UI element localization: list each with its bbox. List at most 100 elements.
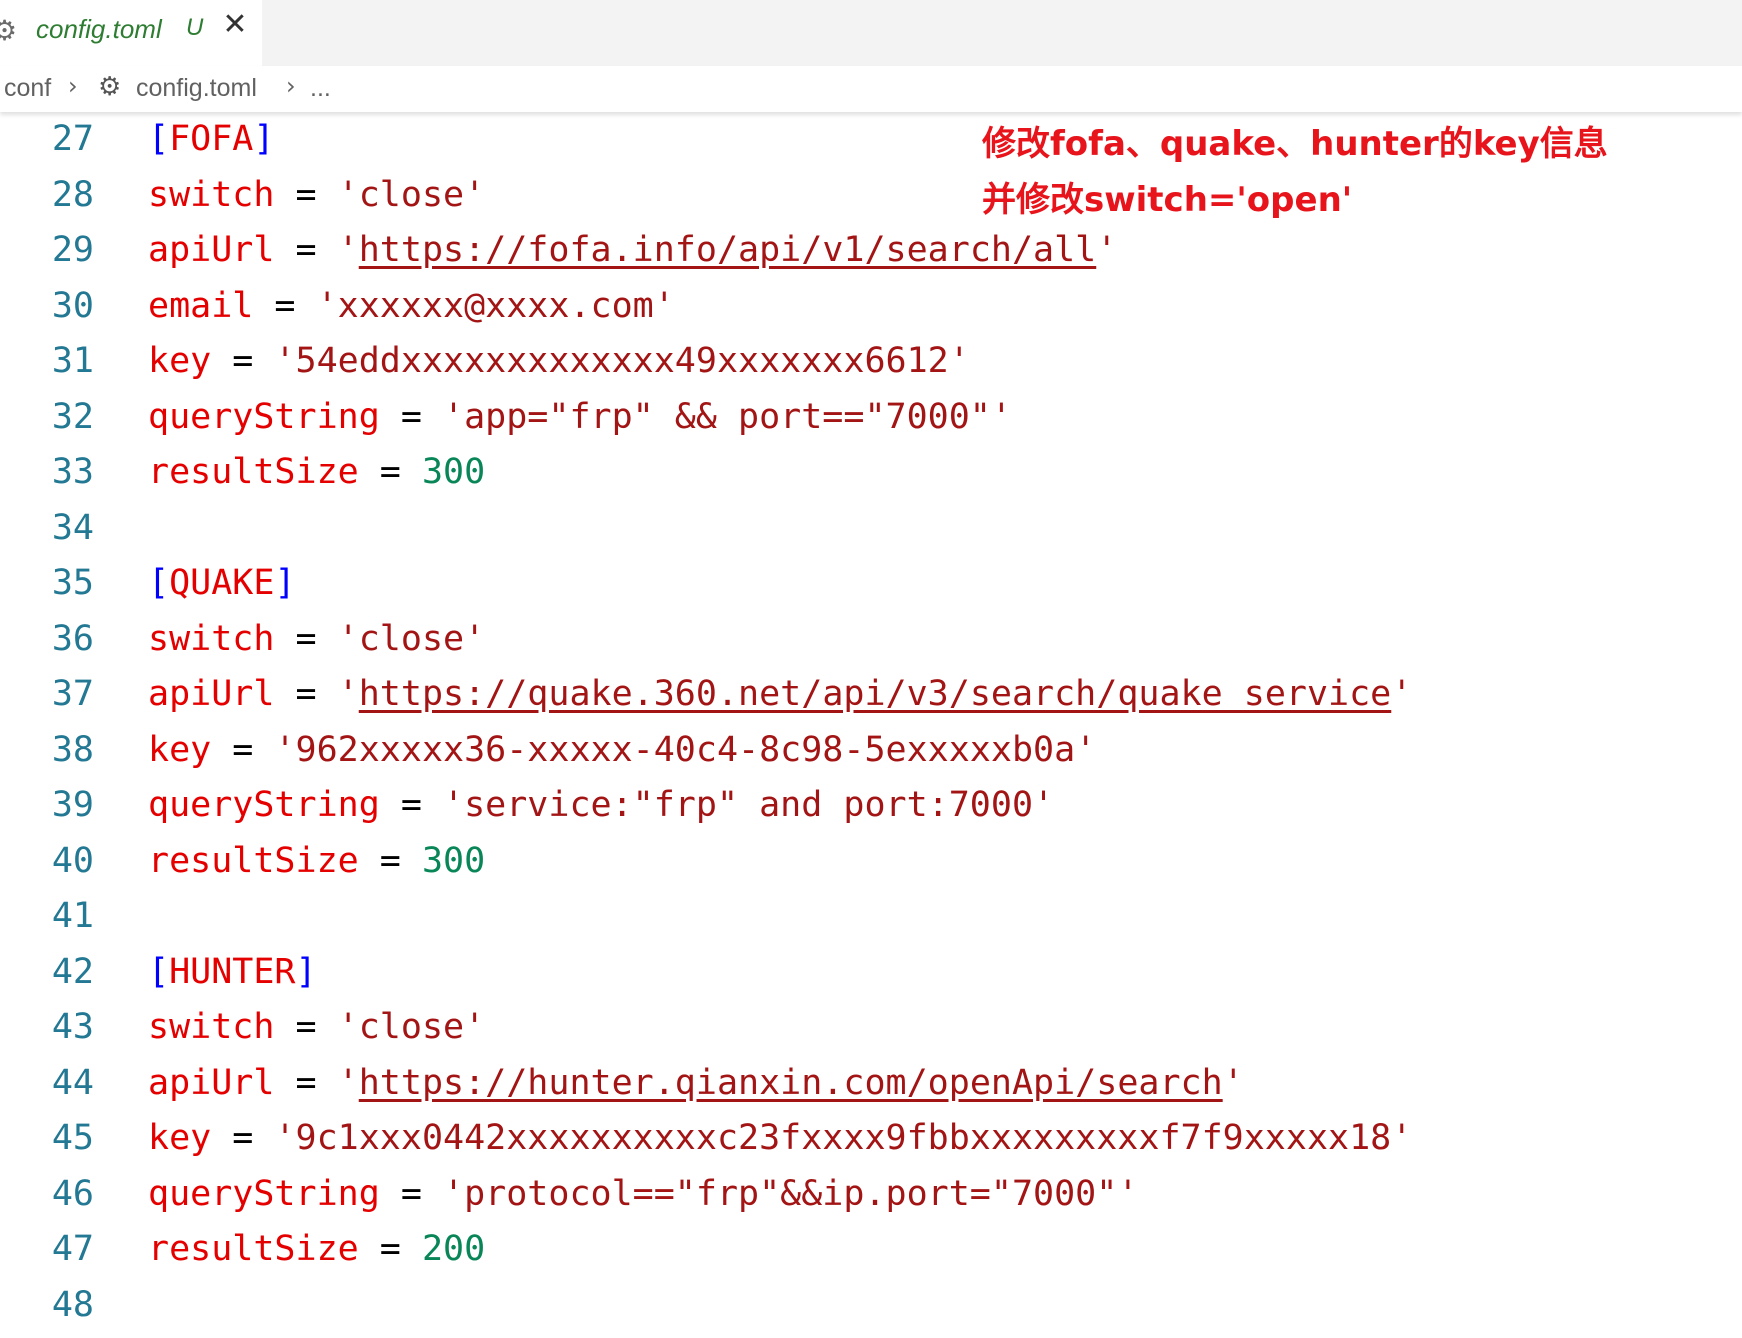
gear-icon: ⚙ (98, 72, 122, 102)
operator: = (211, 341, 275, 381)
string-value: 'xxxxxx@xxxx.com' (316, 285, 675, 326)
key-name: queryString (148, 396, 380, 437)
url-link[interactable]: https://hunter.qianxin.com/openApi/searc… (359, 1063, 1223, 1103)
code-text: apiUrl = 'https://fofa.info/api/v1/searc… (148, 223, 1117, 279)
operator: = (274, 1062, 338, 1103)
number-value: 200 (421, 1229, 486, 1269)
bracket: [ (148, 563, 170, 603)
code-text: key = '962xxxxx36-xxxxx-40c4-8c98-5exxxx… (148, 723, 1096, 779)
operator: = (274, 1007, 338, 1047)
breadcrumb-file[interactable]: config.toml (136, 74, 257, 103)
code-text: key = '54eddxxxxxxxxxxxxx49xxxxxxx6612' (148, 334, 970, 390)
breadcrumb-more[interactable]: ... (310, 74, 331, 103)
key-name: apiUrl (148, 1062, 275, 1103)
code-text: queryString = 'service:"frp" and port:70… (148, 778, 1054, 834)
code-line: 45 key = '9c1xxx0442xxxxxxxxxxc23fxxxx9f… (0, 1111, 1742, 1167)
key-name: queryString (148, 785, 380, 825)
line-number: 42 (51, 951, 94, 992)
line-number: 35 (51, 563, 94, 603)
code-text: resultSize = 300 (148, 834, 485, 890)
line-number: 39 (51, 785, 94, 825)
breadcrumb-folder[interactable]: conf (4, 74, 51, 103)
operator: = (211, 729, 275, 770)
string-value: 'close' (337, 174, 486, 215)
line-number: 28 (51, 174, 94, 215)
line-number: 45 (51, 1118, 94, 1158)
string-value: '54eddxxxxxxxxxxxxx49xxxxxxx6612' (274, 341, 970, 381)
key-name: email (148, 285, 254, 326)
quote: ' (337, 230, 359, 270)
code-text: email = 'xxxxxx@xxxx.com' (148, 279, 675, 335)
url-link[interactable]: https://fofa.info/api/v1/search/all (359, 230, 1097, 270)
bracket: ] (274, 563, 296, 603)
operator: = (379, 785, 444, 825)
code-line: 39 queryString = 'service:"frp" and port… (0, 778, 1742, 834)
code-line: 37 apiUrl = 'https://quake.360.net/api/v… (0, 667, 1742, 723)
code-text: key = '9c1xxx0442xxxxxxxxxxc23fxxxx9fbbx… (148, 1111, 1412, 1167)
code-line: 36 switch = 'close' (0, 612, 1742, 668)
line-number: 27 (51, 119, 94, 159)
key-name: apiUrl (148, 230, 275, 270)
operator: = (274, 230, 338, 270)
operator: = (211, 1118, 275, 1158)
code-line: 30 email = 'xxxxxx@xxxx.com' (0, 279, 1742, 335)
key-name: resultSize (148, 1229, 359, 1269)
code-line: 41 (0, 889, 1742, 945)
quote: ' (1222, 1062, 1244, 1103)
bracket: [ (148, 119, 170, 159)
number-value: 300 (421, 840, 486, 881)
number-value: 300 (421, 452, 486, 492)
line-number: 30 (51, 285, 94, 326)
key-name: key (148, 729, 212, 770)
line-number: 44 (51, 1062, 94, 1103)
line-number: 31 (51, 341, 94, 381)
key-name: resultSize (148, 840, 359, 881)
code-editor[interactable]: 27 [FOFA] 28 switch = 'close' 29 apiUrl … (0, 112, 1742, 1338)
section-name: HUNTER (169, 951, 296, 992)
string-value: 'service:"frp" and port:7000' (443, 785, 1055, 825)
tab-bar: ⚙ config.toml U ✕ (0, 0, 1742, 66)
code-text: queryString = 'app="frp" && port=="7000"… (148, 390, 1012, 446)
line-number: 46 (51, 1173, 94, 1214)
annotation-text-line-1: 修改fofa、quake、hunter的key信息 (982, 124, 1608, 164)
gear-icon: ⚙ (0, 14, 18, 47)
quote: ' (337, 1062, 359, 1103)
code-line: 28 switch = 'close' (0, 168, 1742, 224)
code-line: 40 resultSize = 300 (0, 834, 1742, 890)
string-value: '9c1xxx0442xxxxxxxxxxc23fxxxx9fbbxxxxxxx… (274, 1118, 1413, 1158)
code-text: switch = 'close' (148, 612, 485, 668)
key-name: switch (148, 618, 275, 659)
string-value: 'app="frp" && port=="7000"' (443, 396, 1012, 437)
tab-config-toml[interactable]: ⚙ config.toml U ✕ (0, 0, 262, 66)
code-line: 32 queryString = 'app="frp" && port=="70… (0, 390, 1742, 446)
close-icon[interactable]: ✕ (220, 10, 250, 40)
key-name: switch (148, 1007, 275, 1047)
line-number: 41 (51, 896, 94, 936)
string-value: '962xxxxx36-xxxxx-40c4-8c98-5exxxxxb0a' (274, 729, 1097, 770)
code-line: 35 [QUAKE] (0, 556, 1742, 612)
line-number: 43 (51, 1007, 94, 1047)
operator: = (358, 1229, 422, 1269)
line-number: 32 (51, 396, 94, 437)
line-number: 47 (51, 1229, 94, 1269)
code-line: 33 resultSize = 300 (0, 445, 1742, 501)
bracket: ] (253, 119, 275, 159)
code-line: 31 key = '54eddxxxxxxxxxxxxx49xxxxxxx661… (0, 334, 1742, 390)
operator: = (379, 1173, 444, 1214)
key-name: key (148, 341, 212, 381)
code-text: resultSize = 300 (148, 445, 485, 501)
line-number: 48 (51, 1284, 94, 1325)
operator: = (358, 452, 422, 492)
operator: = (274, 674, 338, 714)
annotation-text-line-2: 并修改switch='open' (982, 180, 1353, 220)
quote: ' (1096, 230, 1118, 270)
quote: ' (337, 674, 359, 714)
code-text: switch = 'close' (148, 168, 485, 224)
code-text: resultSize = 200 (148, 1222, 485, 1278)
string-value: 'close' (337, 618, 486, 659)
url-link[interactable]: https://quake.360.net/api/v3/search/quak… (359, 674, 1392, 714)
key-name: resultSize (148, 452, 359, 492)
line-number: 29 (51, 230, 94, 270)
line-number: 34 (51, 507, 94, 548)
key-name: queryString (148, 1173, 380, 1214)
